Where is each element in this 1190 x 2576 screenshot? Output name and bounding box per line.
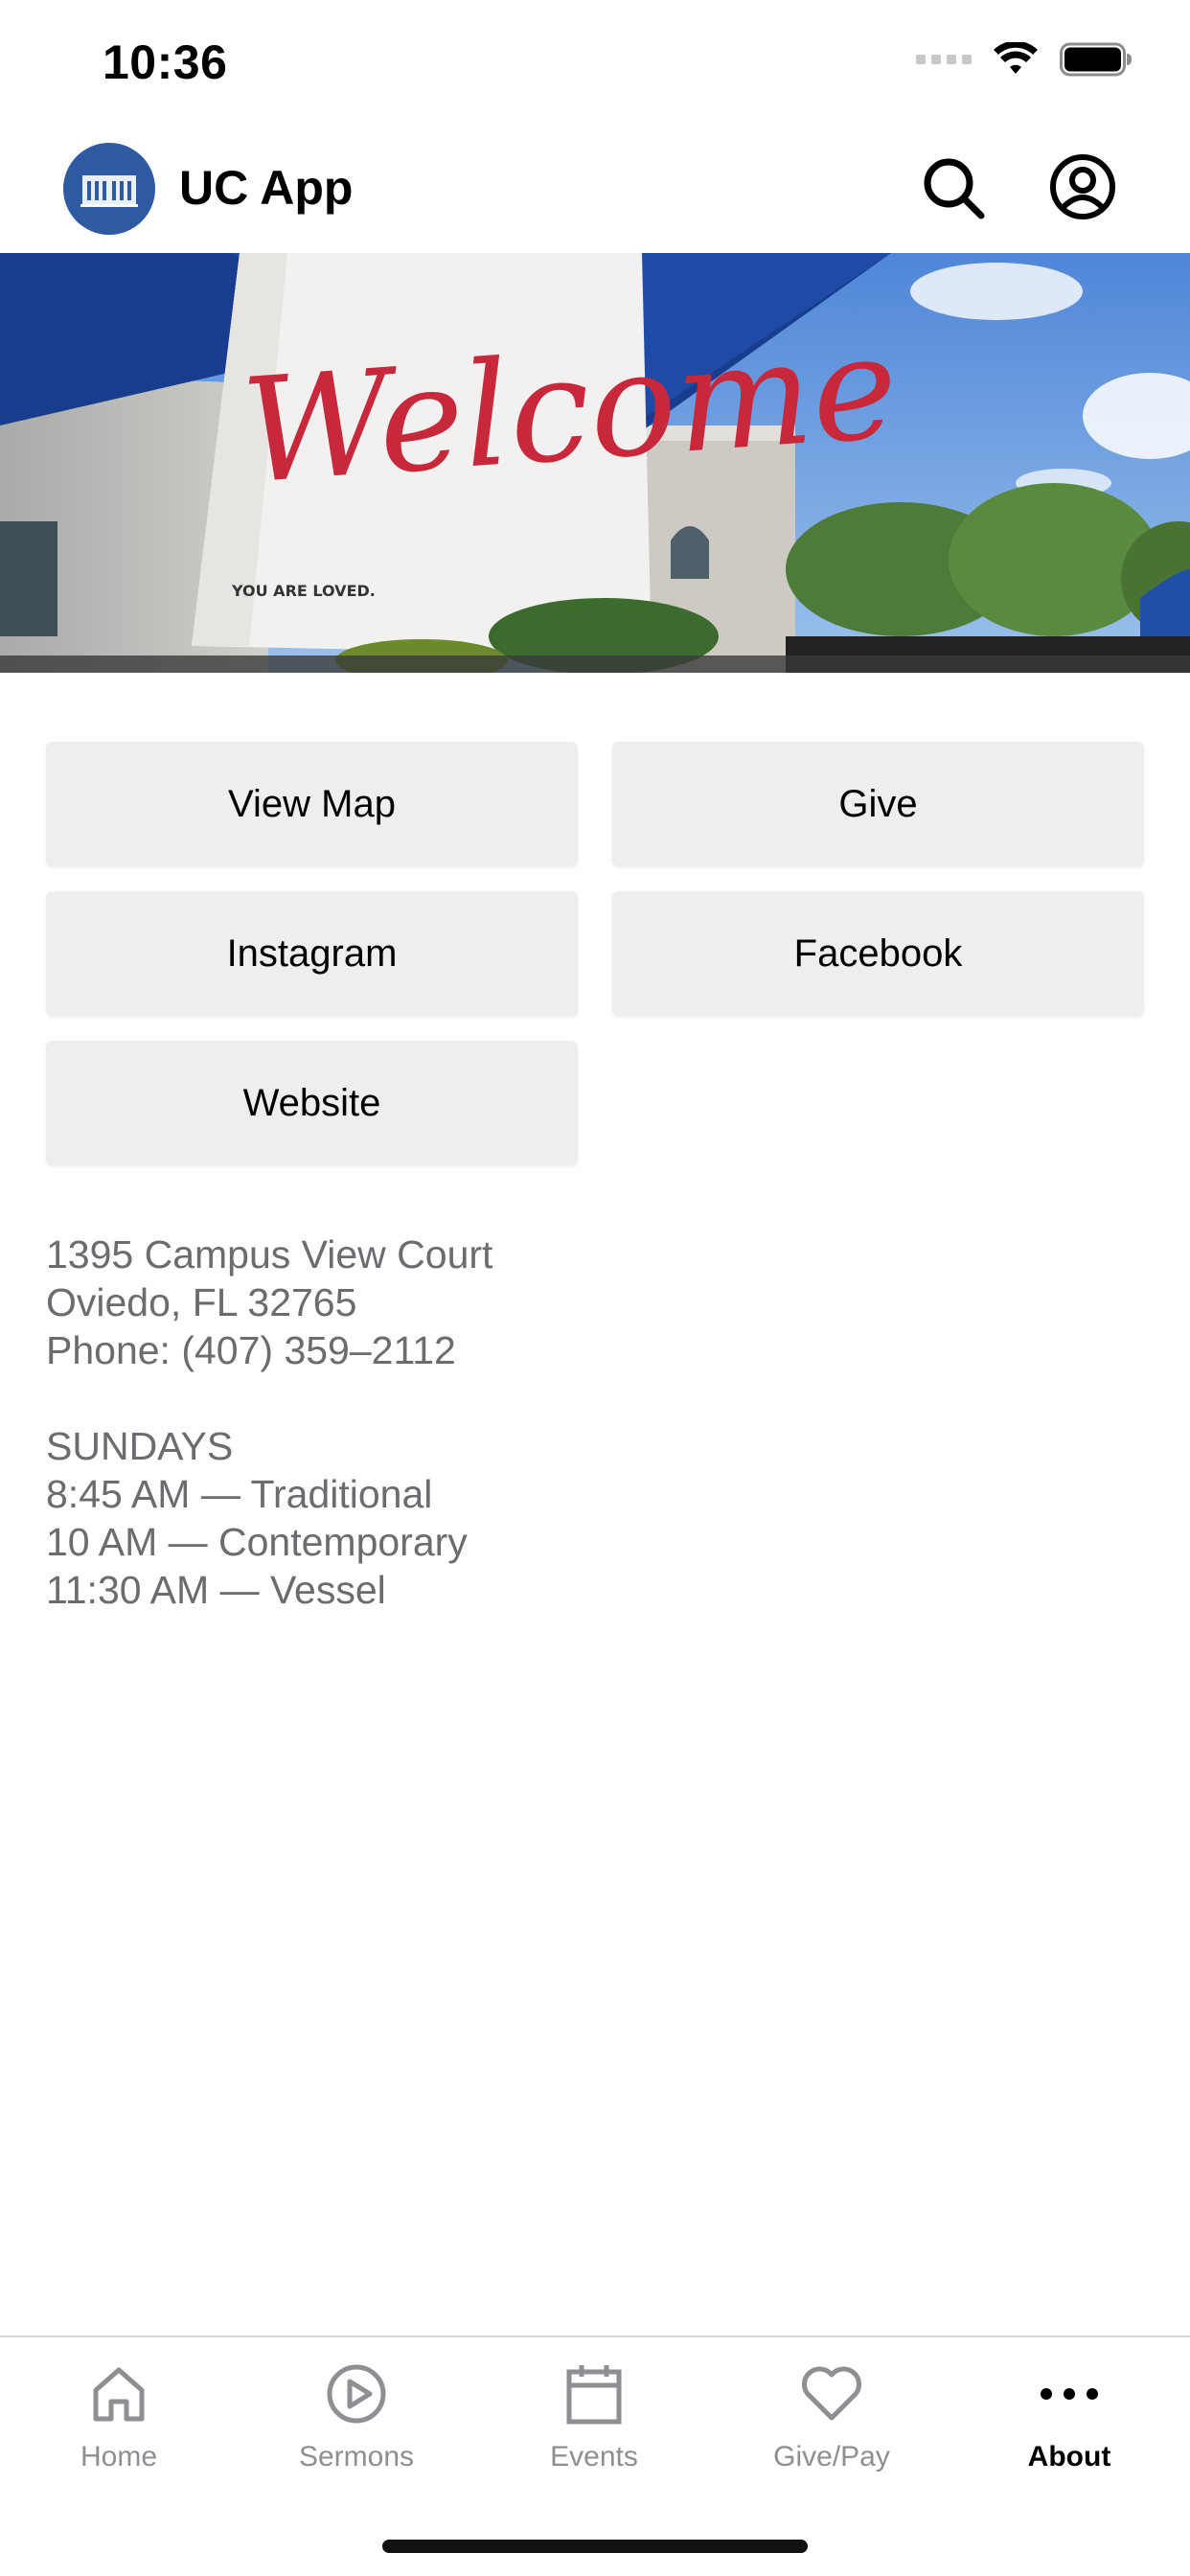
welcome-banner-photo: Welcome YOU ARE LOVED. xyxy=(0,253,1190,673)
tab-about[interactable]: About xyxy=(950,2337,1188,2491)
give-button[interactable]: Give xyxy=(612,742,1144,866)
tab-home[interactable]: Home xyxy=(0,2337,238,2491)
website-button[interactable]: Website xyxy=(46,1041,578,1165)
instagram-button[interactable]: Instagram xyxy=(46,891,578,1016)
service-time-2: 10 AM — Contemporary xyxy=(46,1520,468,1564)
address-line-2: Oviedo, FL 32765 xyxy=(46,1280,357,1324)
hero-image: Welcome YOU ARE LOVED. xyxy=(0,253,1190,673)
play-circle-icon xyxy=(327,2364,386,2424)
app-title: UC App xyxy=(179,161,354,215)
banner-subtext: YOU ARE LOVED. xyxy=(231,582,376,600)
profile-icon[interactable] xyxy=(1048,152,1117,221)
app-logo xyxy=(63,143,155,235)
church-building-icon xyxy=(80,175,138,207)
tab-home-label: Home xyxy=(80,2441,158,2472)
view-map-button[interactable]: View Map xyxy=(46,742,578,866)
home-indicator xyxy=(382,2540,808,2553)
tab-give-pay[interactable]: Give/Pay xyxy=(713,2337,950,2491)
tab-about-label: About xyxy=(1027,2441,1111,2472)
status-icons xyxy=(916,42,1133,77)
phone-number: Phone: (407) 359–2112 xyxy=(46,1328,456,1372)
battery-icon xyxy=(1060,42,1132,77)
home-icon xyxy=(93,2367,145,2422)
service-time-3: 11:30 AM — Vessel xyxy=(46,1568,386,1612)
wifi-icon xyxy=(994,42,1038,74)
calendar-icon xyxy=(566,2365,622,2425)
cellular-signal-icon xyxy=(916,55,972,64)
service-time-1: 8:45 AM — Traditional xyxy=(46,1472,433,1516)
address-line-1: 1395 Campus View Court xyxy=(46,1232,493,1276)
status-time: 10:36 xyxy=(103,35,228,89)
tab-events[interactable]: Events xyxy=(475,2337,713,2491)
heart-icon xyxy=(802,2366,861,2421)
tab-sermons[interactable]: Sermons xyxy=(238,2337,475,2491)
tab-events-label: Events xyxy=(550,2441,638,2472)
app-header: UC App xyxy=(0,129,1190,252)
tab-sermons-label: Sermons xyxy=(298,2441,415,2472)
tab-give-pay-label: Give/Pay xyxy=(773,2441,890,2472)
facebook-button[interactable]: Facebook xyxy=(612,891,1144,1016)
church-info: 1395 Campus View Court Oviedo, FL 32765 … xyxy=(46,1230,492,1614)
search-icon[interactable] xyxy=(920,154,987,221)
more-icon xyxy=(1041,2388,1098,2400)
status-bar: 10:36 xyxy=(0,0,1190,129)
schedule-heading: SUNDAYS xyxy=(46,1424,234,1468)
